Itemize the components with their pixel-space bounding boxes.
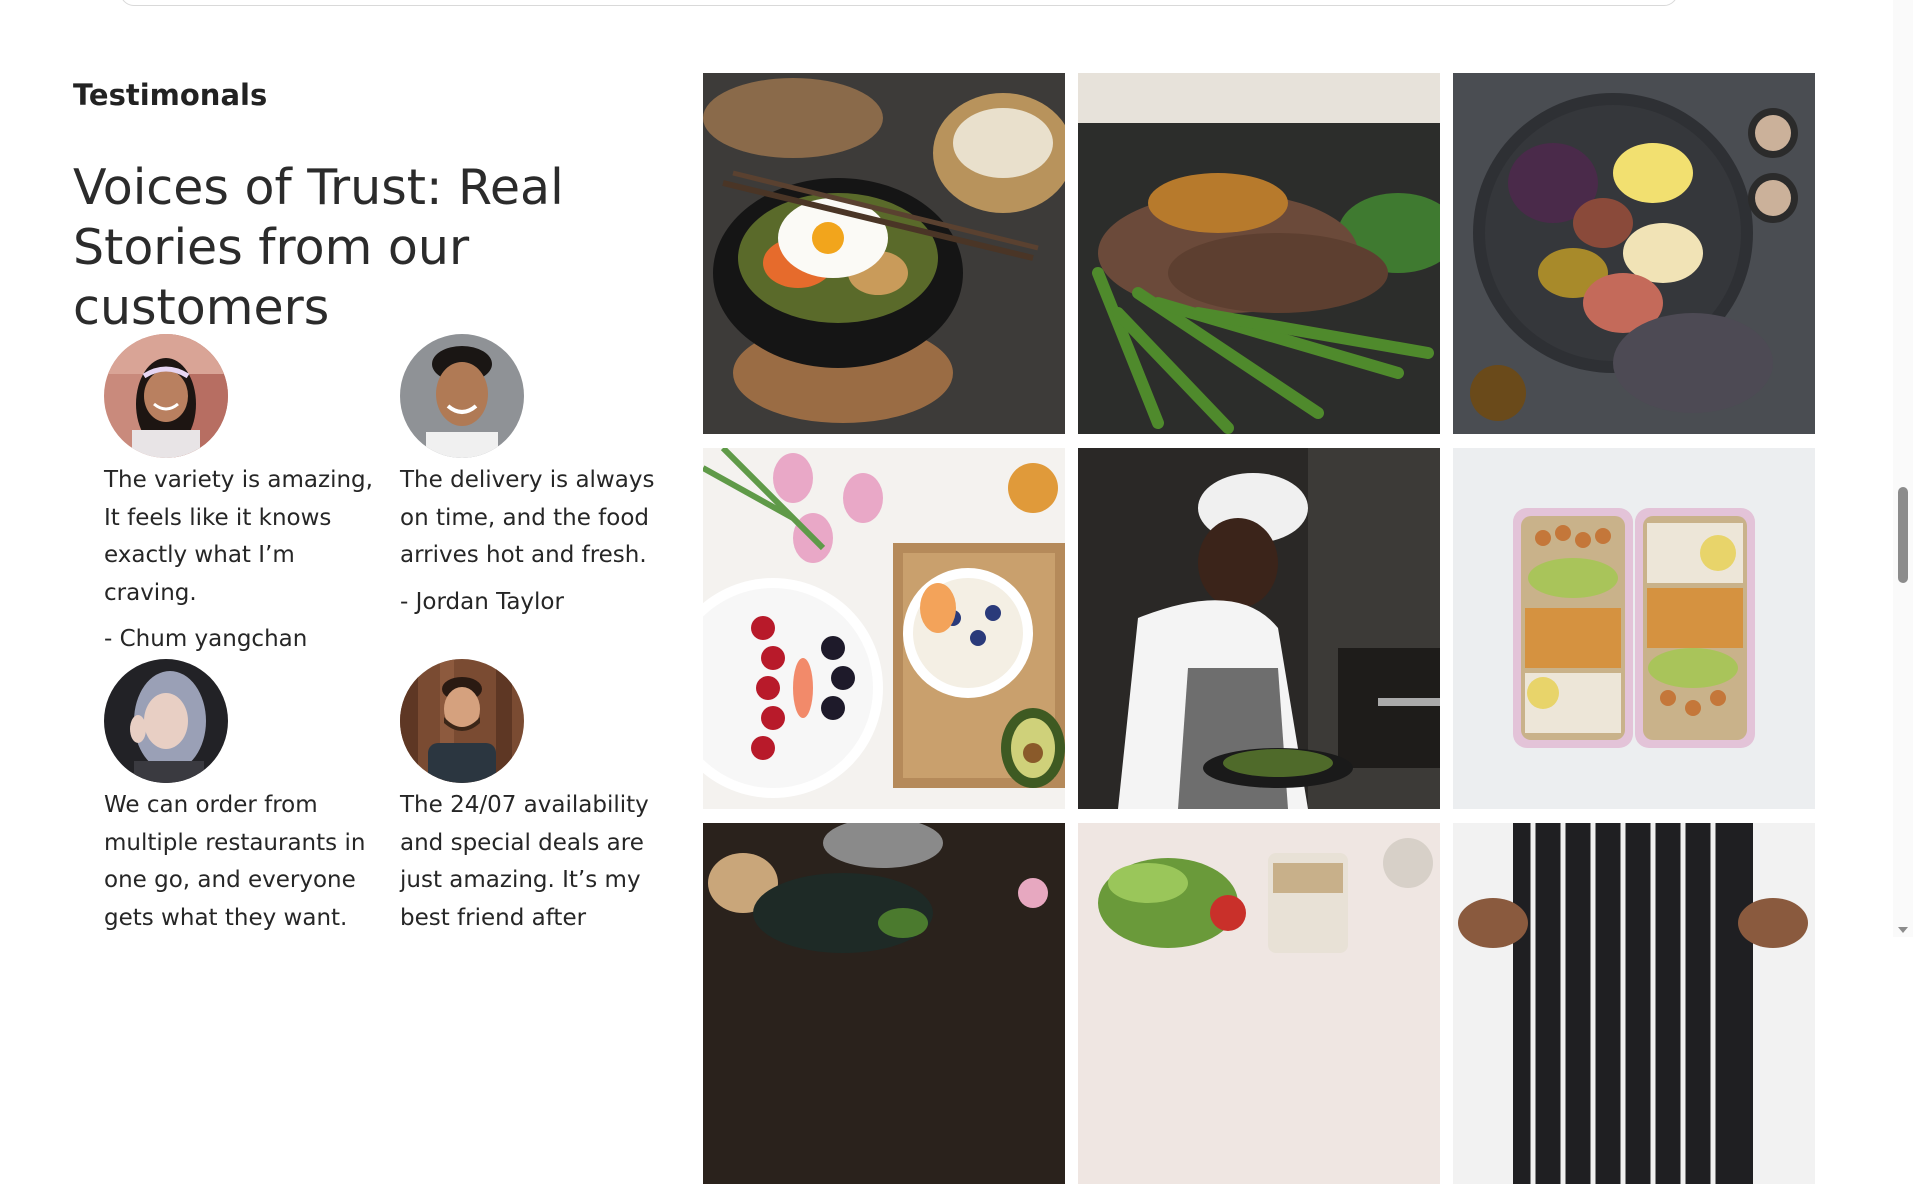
testimonial-card: The 24/07 availability and special deals… xyxy=(400,659,685,937)
salad-jar-photo xyxy=(1078,823,1440,1184)
dessert-table-photo xyxy=(703,823,1065,1184)
testimonial-card: The delivery is always on time, and the … xyxy=(400,334,685,617)
testimonial-author: - Jordan Taylor xyxy=(400,588,564,615)
scroll-down-arrow-icon[interactable] xyxy=(1898,927,1908,933)
section-eyebrow: Testimonals xyxy=(73,78,268,112)
testimonial-card: We can order from multiple restaurants i… xyxy=(104,659,389,937)
page-scrollbar[interactable] xyxy=(1893,0,1913,937)
bibimbap-photo xyxy=(703,73,1065,434)
meal-prep-boxes-photo xyxy=(1453,448,1815,809)
cheese-platter-photo xyxy=(1453,73,1815,434)
browser-address-bar-edge xyxy=(120,0,1678,6)
testimonial-card: The variety is amazing, It feels like it… xyxy=(104,334,389,654)
testimonial-quote: The 24/07 availability and special deals… xyxy=(400,792,649,931)
testimonial-author: - Chum yangchan xyxy=(104,626,308,652)
testimonial-quote: The delivery is always on time, and the … xyxy=(400,467,655,568)
scrollbar-thumb[interactable] xyxy=(1898,487,1908,583)
fruit-breakfast-photo xyxy=(703,448,1065,809)
chef-cooking-photo xyxy=(1078,448,1440,809)
section-headline: Voices of Trust: Real Stories from our c… xyxy=(73,159,564,336)
chef-apron-photo xyxy=(1453,823,1815,1184)
steak-asparagus-photo xyxy=(1078,73,1440,434)
testimonial-quote: The variety is amazing, It feels like it… xyxy=(104,467,373,606)
avatar xyxy=(104,659,228,783)
avatar xyxy=(400,334,524,458)
avatar xyxy=(400,659,524,783)
avatar xyxy=(104,334,228,458)
testimonial-quote: We can order from multiple restaurants i… xyxy=(104,792,366,931)
